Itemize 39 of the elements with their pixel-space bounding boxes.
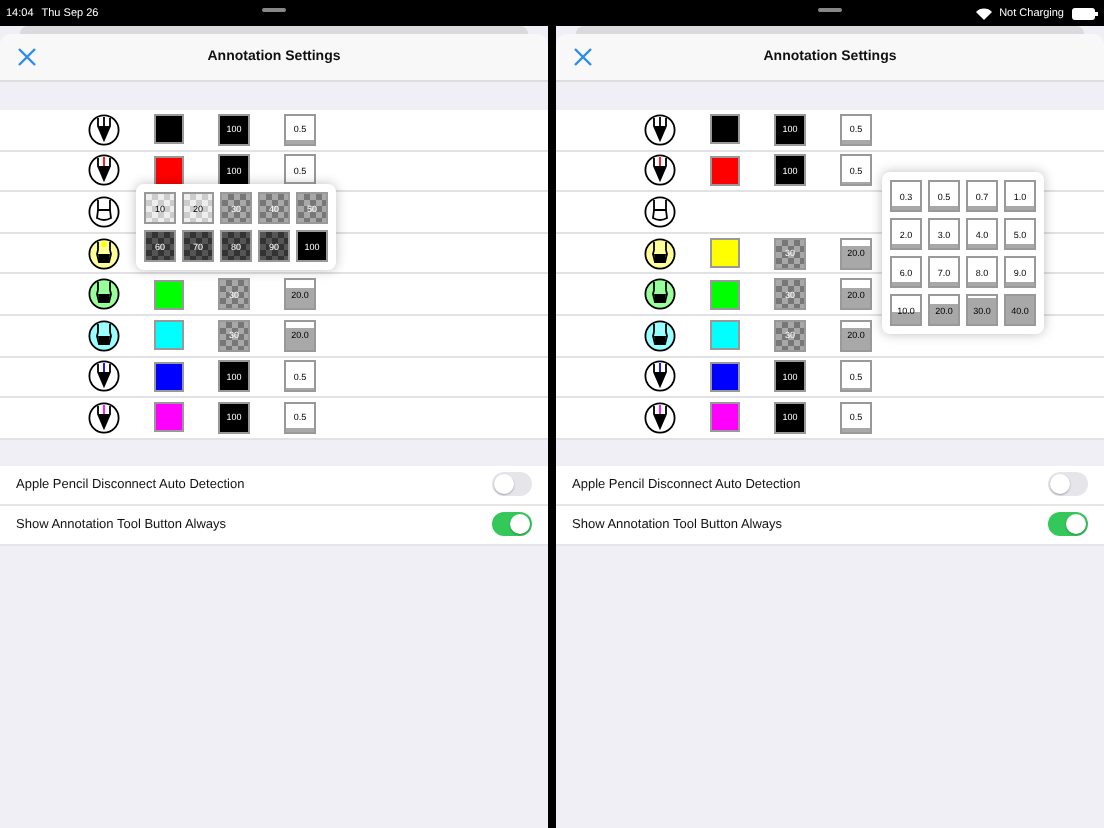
pen-icon[interactable] <box>644 401 676 434</box>
color-swatch[interactable] <box>710 320 740 351</box>
highlighter-icon[interactable] <box>88 237 120 270</box>
multitasking-handle[interactable] <box>818 8 842 12</box>
color-swatch[interactable] <box>710 238 740 269</box>
eraser-icon[interactable] <box>644 195 676 228</box>
eraser-icon[interactable] <box>88 195 120 228</box>
highlighter-icon[interactable] <box>644 319 676 352</box>
toggle-switch[interactable] <box>492 512 532 537</box>
toggle-switch[interactable] <box>492 472 532 497</box>
color-swatch[interactable] <box>154 279 184 310</box>
wifi-icon <box>975 7 992 19</box>
color-swatch[interactable] <box>154 114 184 145</box>
pen-icon[interactable] <box>88 360 120 393</box>
color-swatch[interactable] <box>154 155 184 186</box>
color-swatch[interactable] <box>154 361 184 392</box>
multitasking-handle[interactable] <box>262 8 286 12</box>
pen-icon[interactable] <box>644 360 676 393</box>
highlighter-icon[interactable] <box>88 319 120 352</box>
highlighter-icon[interactable] <box>644 278 676 311</box>
highlighter-icon[interactable] <box>88 278 120 311</box>
close-icon[interactable] <box>574 48 592 66</box>
color-swatch[interactable] <box>154 320 184 351</box>
pen-icon[interactable] <box>644 154 676 187</box>
color-swatch[interactable] <box>710 402 740 433</box>
color-swatch[interactable] <box>710 279 740 310</box>
color-swatch[interactable] <box>710 114 740 145</box>
highlighter-icon[interactable] <box>644 237 676 270</box>
toggle-switch[interactable] <box>1048 472 1088 497</box>
close-icon[interactable] <box>18 48 36 66</box>
toggle-switch[interactable] <box>1048 512 1088 537</box>
pen-icon[interactable] <box>88 154 120 187</box>
pen-icon[interactable] <box>88 113 120 146</box>
color-swatch[interactable] <box>154 402 184 433</box>
color-swatch[interactable] <box>710 361 740 392</box>
color-swatch[interactable] <box>710 155 740 186</box>
pen-icon[interactable] <box>88 401 120 434</box>
battery-icon <box>1072 7 1098 19</box>
pen-icon[interactable] <box>644 113 676 146</box>
